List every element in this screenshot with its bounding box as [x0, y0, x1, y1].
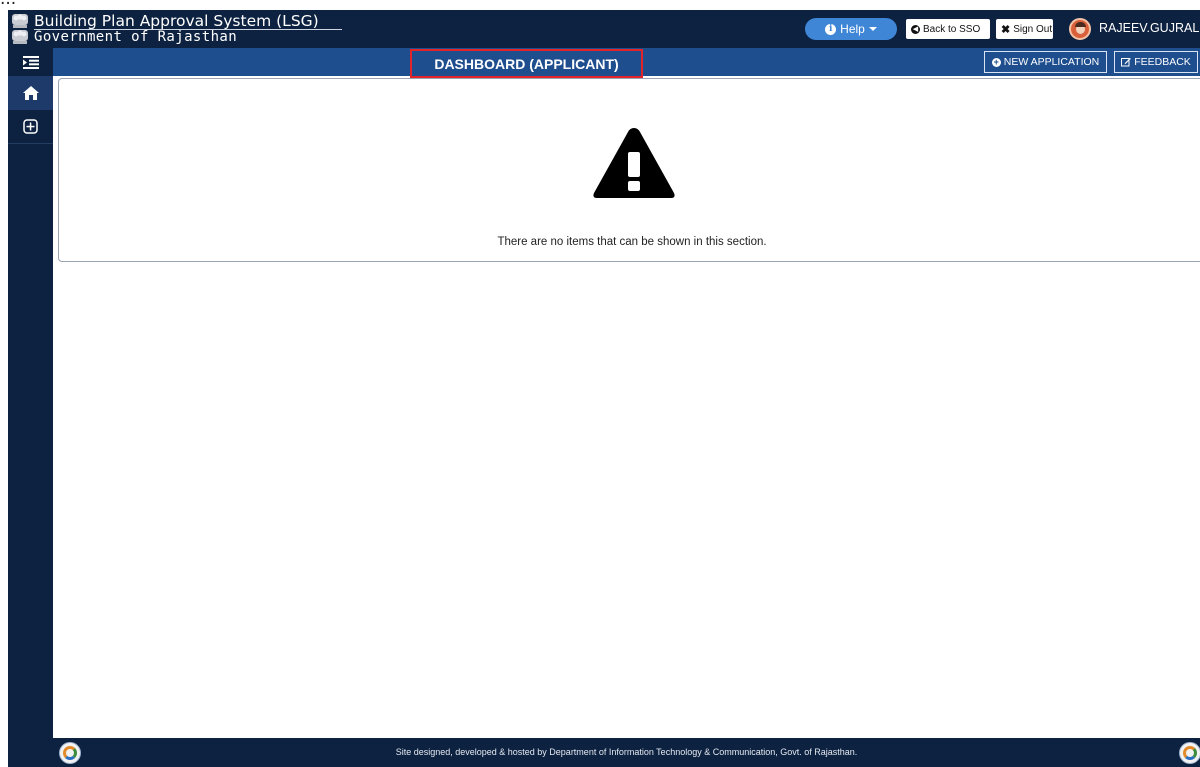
empty-state-panel: There are no items that can be shown in …: [58, 78, 1200, 262]
footer-logo-right: [1179, 742, 1200, 764]
sign-out-label: Sign Out: [1013, 23, 1053, 35]
caret-down-icon: [868, 27, 877, 31]
page-header-bar: DASHBOARD (APPLICANT) + NEW APPLICATION …: [53, 48, 1200, 78]
top-header: Building Plan Approval System (LSG) Gove…: [8, 10, 1200, 48]
top-strip-text: ...: [0, 0, 16, 9]
feedback-label: FEEDBACK: [1134, 56, 1191, 68]
sidebar: [8, 48, 53, 767]
app-window: Building Plan Approval System (LSG) Gove…: [8, 10, 1200, 767]
user-avatar[interactable]: [1069, 18, 1091, 40]
plus-circle-icon: +: [991, 56, 1001, 67]
sidebar-item-home[interactable]: [8, 76, 53, 110]
feedback-button[interactable]: FEEDBACK: [1114, 51, 1198, 73]
arrow-left-circle-icon: ◀: [911, 24, 920, 34]
warning-icon: [593, 128, 675, 198]
empty-state-message: There are no items that can be shown in …: [497, 236, 767, 248]
footer-credit: Site designed, developed & hosted by Dep…: [395, 747, 858, 757]
close-icon: ✖: [1001, 23, 1011, 36]
username[interactable]: RAJEEV.GUJRAL: [1099, 21, 1199, 35]
info-icon: i: [825, 23, 837, 35]
sign-out-button[interactable]: ✖ Sign Out: [996, 19, 1053, 39]
new-application-button[interactable]: + NEW APPLICATION: [984, 51, 1107, 73]
help-button[interactable]: i Help: [805, 18, 897, 40]
app-title: Building Plan Approval System (LSG): [34, 12, 319, 30]
back-to-sso-label: Back to SSO: [923, 23, 981, 35]
sidebar-item-add[interactable]: [8, 110, 53, 144]
page-title: DASHBOARD (APPLICANT): [410, 49, 643, 78]
plus-square-icon: [23, 119, 38, 134]
footer: Site designed, developed & hosted by Dep…: [53, 738, 1200, 767]
app-subtitle: Government of Rajasthan: [34, 29, 238, 45]
state-emblem-icon: [12, 14, 28, 44]
edit-icon: [1121, 58, 1131, 67]
sidebar-toggle[interactable]: [8, 48, 53, 76]
home-icon: [22, 86, 39, 100]
help-label: Help: [840, 22, 865, 36]
menu-toggle-icon: [22, 55, 39, 69]
top-strip: ...: [0, 0, 1200, 10]
new-application-label: NEW APPLICATION: [1003, 56, 1100, 68]
back-to-sso-button[interactable]: ◀ Back to SSO: [906, 19, 990, 39]
